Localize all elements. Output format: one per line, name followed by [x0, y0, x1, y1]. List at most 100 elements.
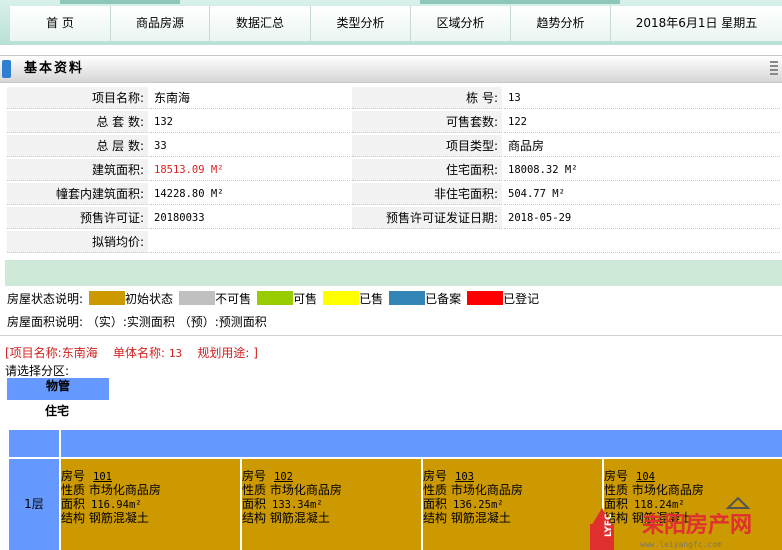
nav-data-summary[interactable]: 数据汇总: [210, 6, 311, 41]
legend-item-label: 不可售: [215, 291, 252, 306]
main-nav: 首 页 商品房源 数据汇总 类型分析 区域分析 趋势分析 2018年6月1日 星…: [10, 6, 782, 41]
zone-prompt: 请选择分区:: [5, 364, 70, 378]
project-type-label: 项目类型:: [352, 135, 502, 157]
room-label: 房号: [61, 469, 86, 483]
room-label: 房号: [242, 469, 267, 483]
area-label: 面积: [61, 497, 86, 511]
building-no-label: 栋 号:: [352, 87, 502, 109]
permit-date-value: 2018-05-29: [504, 207, 780, 229]
area-value: 136.25m²: [453, 499, 504, 511]
area-value: 116.94m²: [91, 499, 142, 511]
legend-item-label: 已备案: [425, 291, 462, 306]
grid-header-corner: [9, 430, 59, 457]
project-name: 东南海: [61, 346, 98, 360]
total-units-label: 总 套 数:: [7, 111, 148, 133]
nature-value: 市场化商品房: [450, 483, 523, 497]
header-decoration: [60, 0, 180, 4]
table-row: 建筑面积: 18513.09 M² 住宅面积: 18008.32 M²: [7, 159, 780, 181]
legend-item-label: 初始状态: [125, 291, 174, 306]
legend-swatch: [257, 291, 294, 305]
zone-tab-property[interactable]: 物管: [7, 378, 109, 400]
project-summary-line: [项目名称:东南海 单体名称: 13 规划用途: ]: [5, 344, 258, 361]
presale-permit-label: 预售许可证:: [7, 207, 148, 229]
structure-value: 钢筋混凝土: [450, 511, 511, 525]
total-floors-value: 33: [150, 135, 350, 157]
nature-label: 性质: [242, 483, 267, 497]
unit-cell[interactable]: 房号 103 性质 市场化商品房 面积 136.25m² 结构 钢筋混凝土: [423, 459, 602, 550]
building-area-value: 18513.09 M²: [150, 159, 350, 181]
grid-header: [61, 430, 782, 457]
legend-item-label: 已登记: [503, 291, 540, 306]
structure-value: 钢筋混凝土: [88, 511, 149, 525]
building-area-label: 建筑面积:: [7, 159, 148, 181]
section-marker-icon: [2, 60, 11, 78]
legend-item-label: 已售: [359, 291, 384, 306]
unit-cell[interactable]: 房号 102 性质 市场化商品房 面积 133.34m² 结构 钢筋混凝土: [242, 459, 421, 550]
structure-label: 结构: [242, 511, 267, 525]
total-floors-label: 总 层 数:: [7, 135, 148, 157]
structure-value: 钢筋混凝土: [269, 511, 330, 525]
planned-use-label: 规划用途:: [197, 346, 250, 360]
area-label: 面积: [242, 497, 267, 511]
table-row: 拟销均价:: [7, 231, 780, 253]
area-legend-note: 房屋面积说明: （实）:实测面积 （预）:预测面积: [7, 315, 267, 329]
unit-name: 13: [168, 347, 183, 360]
room-label: 房号: [423, 469, 448, 483]
area-value: 133.34m²: [272, 499, 323, 511]
legend-swatch: [89, 291, 126, 305]
table-row: 总 层 数: 33 项目类型: 商品房: [7, 135, 780, 157]
planned-use-close: ]: [253, 346, 258, 360]
inner-area-value: 14228.80 M²: [150, 183, 350, 205]
unit-cell[interactable]: 房号 101 性质 市场化商品房 面积 116.94m² 结构 钢筋混凝土: [61, 459, 240, 550]
avg-price-value: [150, 231, 780, 253]
logo-small-roof-icon: [725, 496, 751, 509]
legend-swatch: [389, 291, 426, 305]
building-no-value: 13: [504, 87, 780, 109]
table-row: 预售许可证: 20180033 预售许可证发证日期: 2018-05-29: [7, 207, 780, 229]
avg-price-label: 拟销均价:: [7, 231, 148, 253]
divider: [0, 335, 782, 336]
structure-label: 结构: [423, 511, 448, 525]
non-residential-area-value: 504.77 M²: [504, 183, 780, 205]
legend-swatch: [179, 291, 216, 305]
nav-region-analysis[interactable]: 区域分析: [411, 6, 511, 41]
nature-label: 性质: [61, 483, 86, 497]
current-date: 2018年6月1日 星期五: [611, 6, 782, 41]
site-watermark-logo: LYFC 耒阳房产网 www.leiyangfc.com: [590, 496, 752, 550]
room-number-link[interactable]: 104: [636, 471, 655, 483]
zone-subtitle: 住宅: [45, 404, 70, 418]
presale-permit-value: 20180033: [150, 207, 350, 229]
room-number-link[interactable]: 103: [455, 471, 474, 483]
status-legend: 房屋状态说明: 初始状态 不可售 可售 已售 已备案 已登记: [7, 290, 539, 306]
available-units-label: 可售套数:: [352, 111, 502, 133]
legend-swatch: [467, 291, 504, 305]
floor-label: 1层: [9, 459, 59, 550]
residential-area-label: 住宅面积:: [352, 159, 502, 181]
table-row: 幢套内建筑面积: 14228.80 M² 非住宅面积: 504.77 M²: [7, 183, 780, 205]
nav-home[interactable]: 首 页: [10, 6, 111, 41]
project-type-value: 商品房: [504, 135, 780, 157]
legend-title: 房屋状态说明:: [7, 291, 84, 306]
inner-area-label: 幢套内建筑面积:: [7, 183, 148, 205]
legend-item-label: 可售: [293, 291, 318, 306]
project-name-value: 东南海: [150, 87, 350, 109]
room-number-link[interactable]: 102: [274, 471, 293, 483]
non-residential-area-label: 非住宅面积:: [352, 183, 502, 205]
nav-type-analysis[interactable]: 类型分析: [311, 6, 411, 41]
nav-trend-analysis[interactable]: 趋势分析: [511, 6, 611, 41]
room-number-link[interactable]: 101: [93, 471, 112, 483]
logo-badge-text: LYFC: [604, 513, 614, 537]
nature-value: 市场化商品房: [269, 483, 342, 497]
table-row: 总 套 数: 132 可售套数: 122: [7, 111, 780, 133]
top-bar: 首 页 商品房源 数据汇总 类型分析 区域分析 趋势分析 2018年6月1日 星…: [0, 0, 782, 45]
unit-name-label: 单体名称:: [113, 346, 166, 360]
total-units-value: 132: [150, 111, 350, 133]
available-units-value: 122: [504, 111, 780, 133]
project-name-label: [项目名称:: [5, 346, 62, 360]
green-band: [5, 260, 782, 286]
nav-listings[interactable]: 商品房源: [111, 6, 210, 41]
logo-site-name: 耒阳房产网: [642, 512, 752, 538]
permit-date-label: 预售许可证发证日期:: [352, 207, 502, 229]
table-row: 项目名称: 东南海 栋 号: 13: [7, 87, 780, 109]
residential-area-value: 18008.32 M²: [504, 159, 780, 181]
